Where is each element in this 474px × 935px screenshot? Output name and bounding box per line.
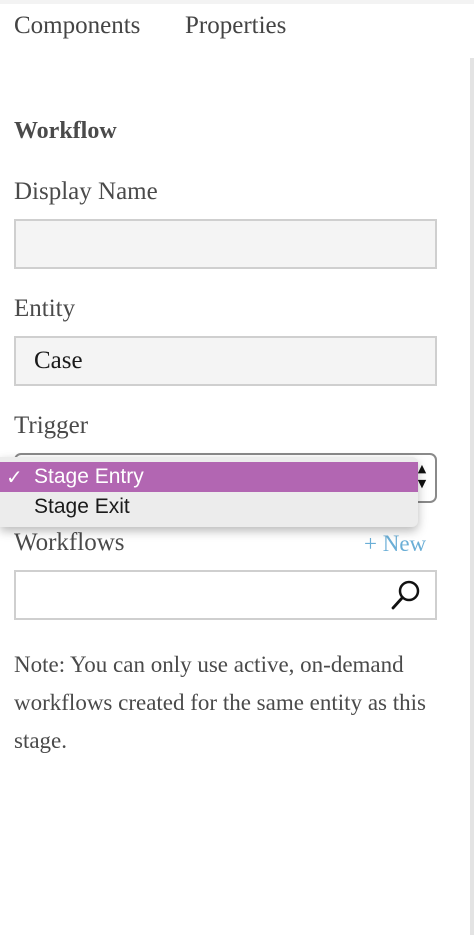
search-icon[interactable] bbox=[391, 579, 421, 611]
panel-scrollbar[interactable] bbox=[470, 58, 474, 935]
entity-value: Case bbox=[34, 347, 83, 374]
entity-label: Entity bbox=[14, 295, 76, 322]
trigger-label: Trigger bbox=[14, 412, 89, 439]
tab-components[interactable]: Components bbox=[14, 12, 140, 40]
workflow-note: Note: You can only use active, on-demand… bbox=[14, 652, 426, 753]
check-icon: ✓ bbox=[6, 465, 23, 489]
entity-field[interactable]: Case bbox=[14, 336, 437, 386]
display-name-label: Display Name bbox=[14, 178, 158, 205]
trigger-option-label: Stage Entry bbox=[34, 465, 144, 488]
workflows-label: Workflows bbox=[14, 529, 125, 556]
workflow-search-input[interactable] bbox=[14, 570, 437, 620]
new-workflow-link[interactable]: + New bbox=[364, 531, 426, 557]
trigger-option-stage-entry[interactable]: ✓ Stage Entry bbox=[0, 462, 418, 492]
tab-properties[interactable]: Properties bbox=[185, 12, 286, 40]
trigger-option-label: Stage Exit bbox=[34, 495, 130, 518]
trigger-option-stage-exit[interactable]: Stage Exit bbox=[0, 492, 418, 522]
trigger-dropdown-menu: ✓ Stage Entry Stage Exit bbox=[0, 457, 418, 527]
display-name-field[interactable] bbox=[14, 219, 437, 269]
tab-bar: Components Properties bbox=[0, 0, 474, 56]
section-title: Workflow bbox=[14, 118, 117, 144]
